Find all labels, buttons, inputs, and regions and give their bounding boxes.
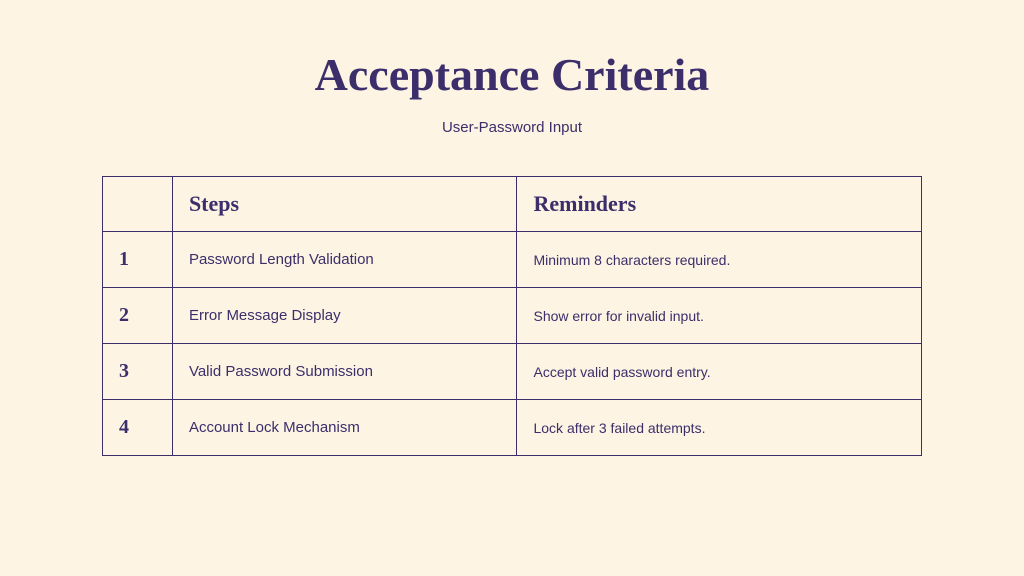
header-steps: Steps (172, 177, 517, 232)
row-step: Error Message Display (172, 288, 517, 344)
row-num: 1 (103, 232, 173, 288)
table-row: 4 Account Lock Mechanism Lock after 3 fa… (103, 400, 922, 456)
row-num: 4 (103, 400, 173, 456)
header-num (103, 177, 173, 232)
table-row: 3 Valid Password Submission Accept valid… (103, 344, 922, 400)
row-num: 3 (103, 344, 173, 400)
header-reminders: Reminders (517, 177, 922, 232)
row-reminder: Lock after 3 failed attempts. (517, 400, 922, 456)
table-row: 1 Password Length Validation Minimum 8 c… (103, 232, 922, 288)
table-row: 2 Error Message Display Show error for i… (103, 288, 922, 344)
page-container: Acceptance Criteria User-Password Input … (0, 0, 1024, 576)
page-subtitle: User-Password Input (442, 119, 582, 136)
row-reminder: Accept valid password entry. (517, 344, 922, 400)
table-header-row: Steps Reminders (103, 177, 922, 232)
row-reminder: Show error for invalid input. (517, 288, 922, 344)
row-num: 2 (103, 288, 173, 344)
criteria-table: Steps Reminders 1 Password Length Valida… (102, 176, 922, 456)
row-step: Password Length Validation (172, 232, 517, 288)
row-reminder: Minimum 8 characters required. (517, 232, 922, 288)
row-step: Valid Password Submission (172, 344, 517, 400)
row-step: Account Lock Mechanism (172, 400, 517, 456)
page-title: Acceptance Criteria (315, 48, 710, 101)
